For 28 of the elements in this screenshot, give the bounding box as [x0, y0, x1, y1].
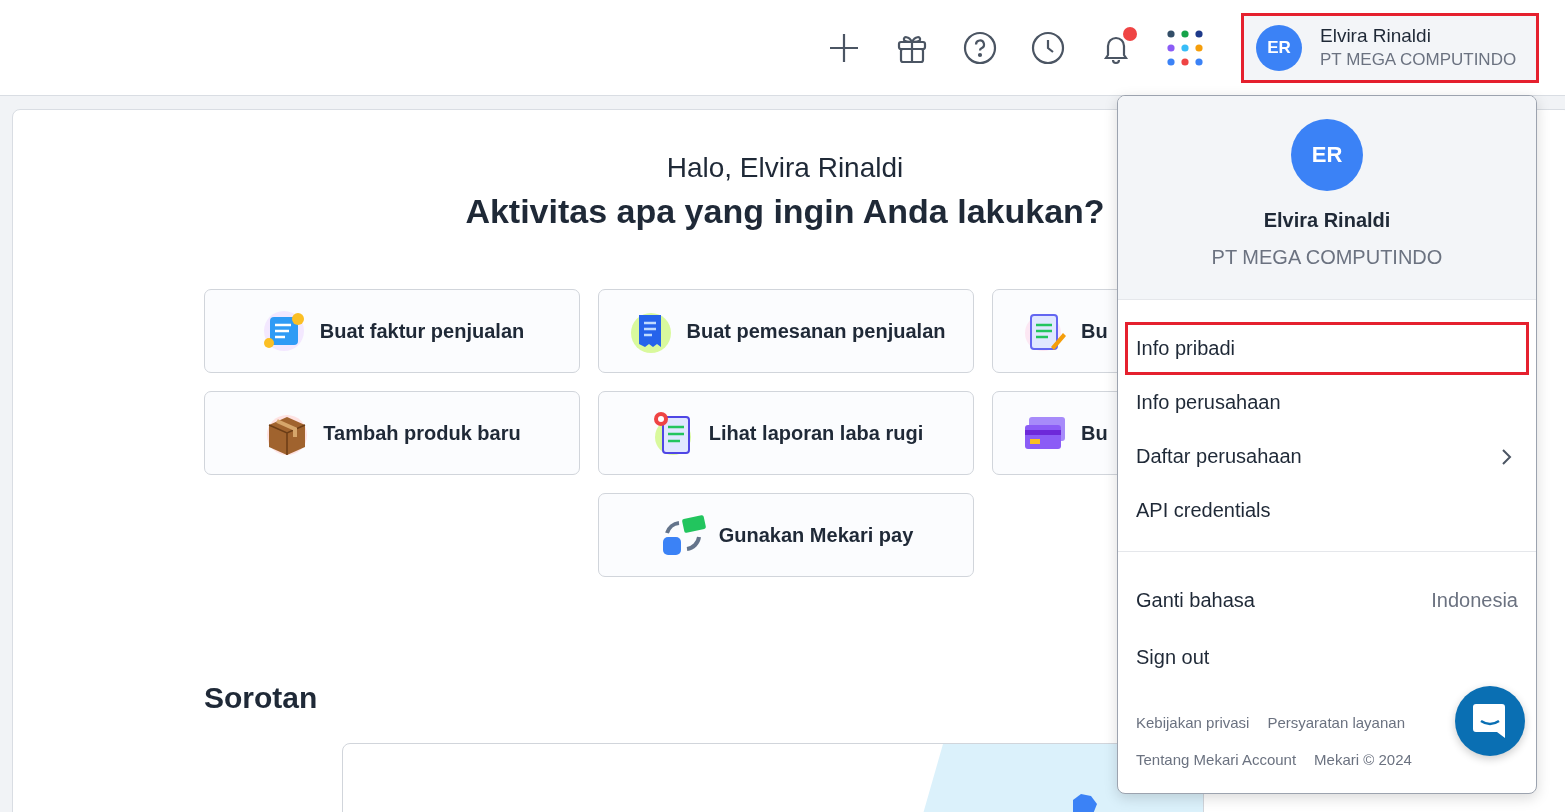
company-name: PT MEGA COMPUTINDO	[1211, 246, 1443, 269]
language-label: Ganti bahasa	[1136, 588, 1255, 612]
avatar: ER	[1256, 24, 1302, 71]
avatar: ER	[1291, 119, 1363, 191]
menu-item[interactable]: API credentials	[1125, 484, 1529, 537]
footer-link[interactable]: Kebijakan privasi	[1136, 714, 1250, 731]
greeting-question: Aktivitas apa yang ingin Anda lakukan?	[465, 192, 1105, 231]
action-card[interactable]: Buat pemesanan penjualan	[598, 289, 974, 373]
footer-link[interactable]: Tentang Mekari Account	[1136, 751, 1297, 768]
action-card[interactable]: Gunakan Mekari pay	[598, 493, 974, 577]
sign-out-link[interactable]: Sign out	[1136, 628, 1210, 686]
greeting-text: Halo, Elvira Rinaldi	[666, 152, 904, 184]
company-name: PT MEGA COMPUTINDO	[1320, 50, 1517, 70]
action-card[interactable]: Tambah produk baru	[204, 391, 580, 475]
user-name: Elvira Rinaldi	[1263, 209, 1391, 232]
menu-item[interactable]: Info pribadi	[1125, 322, 1529, 375]
menu-item[interactable]: Daftar perusahaan	[1125, 430, 1529, 483]
menu-item[interactable]: Info perusahaan	[1125, 376, 1529, 429]
user-account-button[interactable]: ER Elvira Rinaldi PT MEGA COMPUTINDO	[1241, 12, 1539, 83]
action-card[interactable]: Buat faktur penjualan	[204, 289, 580, 373]
copyright-text: Mekari © 2024	[1314, 751, 1412, 768]
chevron-right-icon	[1500, 447, 1512, 466]
action-card[interactable]: Lihat laporan laba rugi	[598, 391, 974, 475]
chat-icon	[1472, 702, 1508, 740]
language-selector[interactable]: Indonesia	[1431, 588, 1518, 612]
section-heading: Sorotan	[204, 681, 319, 715]
user-name: Elvira Rinaldi	[1320, 25, 1431, 47]
footer-link[interactable]: Persyaratan layanan	[1267, 714, 1405, 731]
